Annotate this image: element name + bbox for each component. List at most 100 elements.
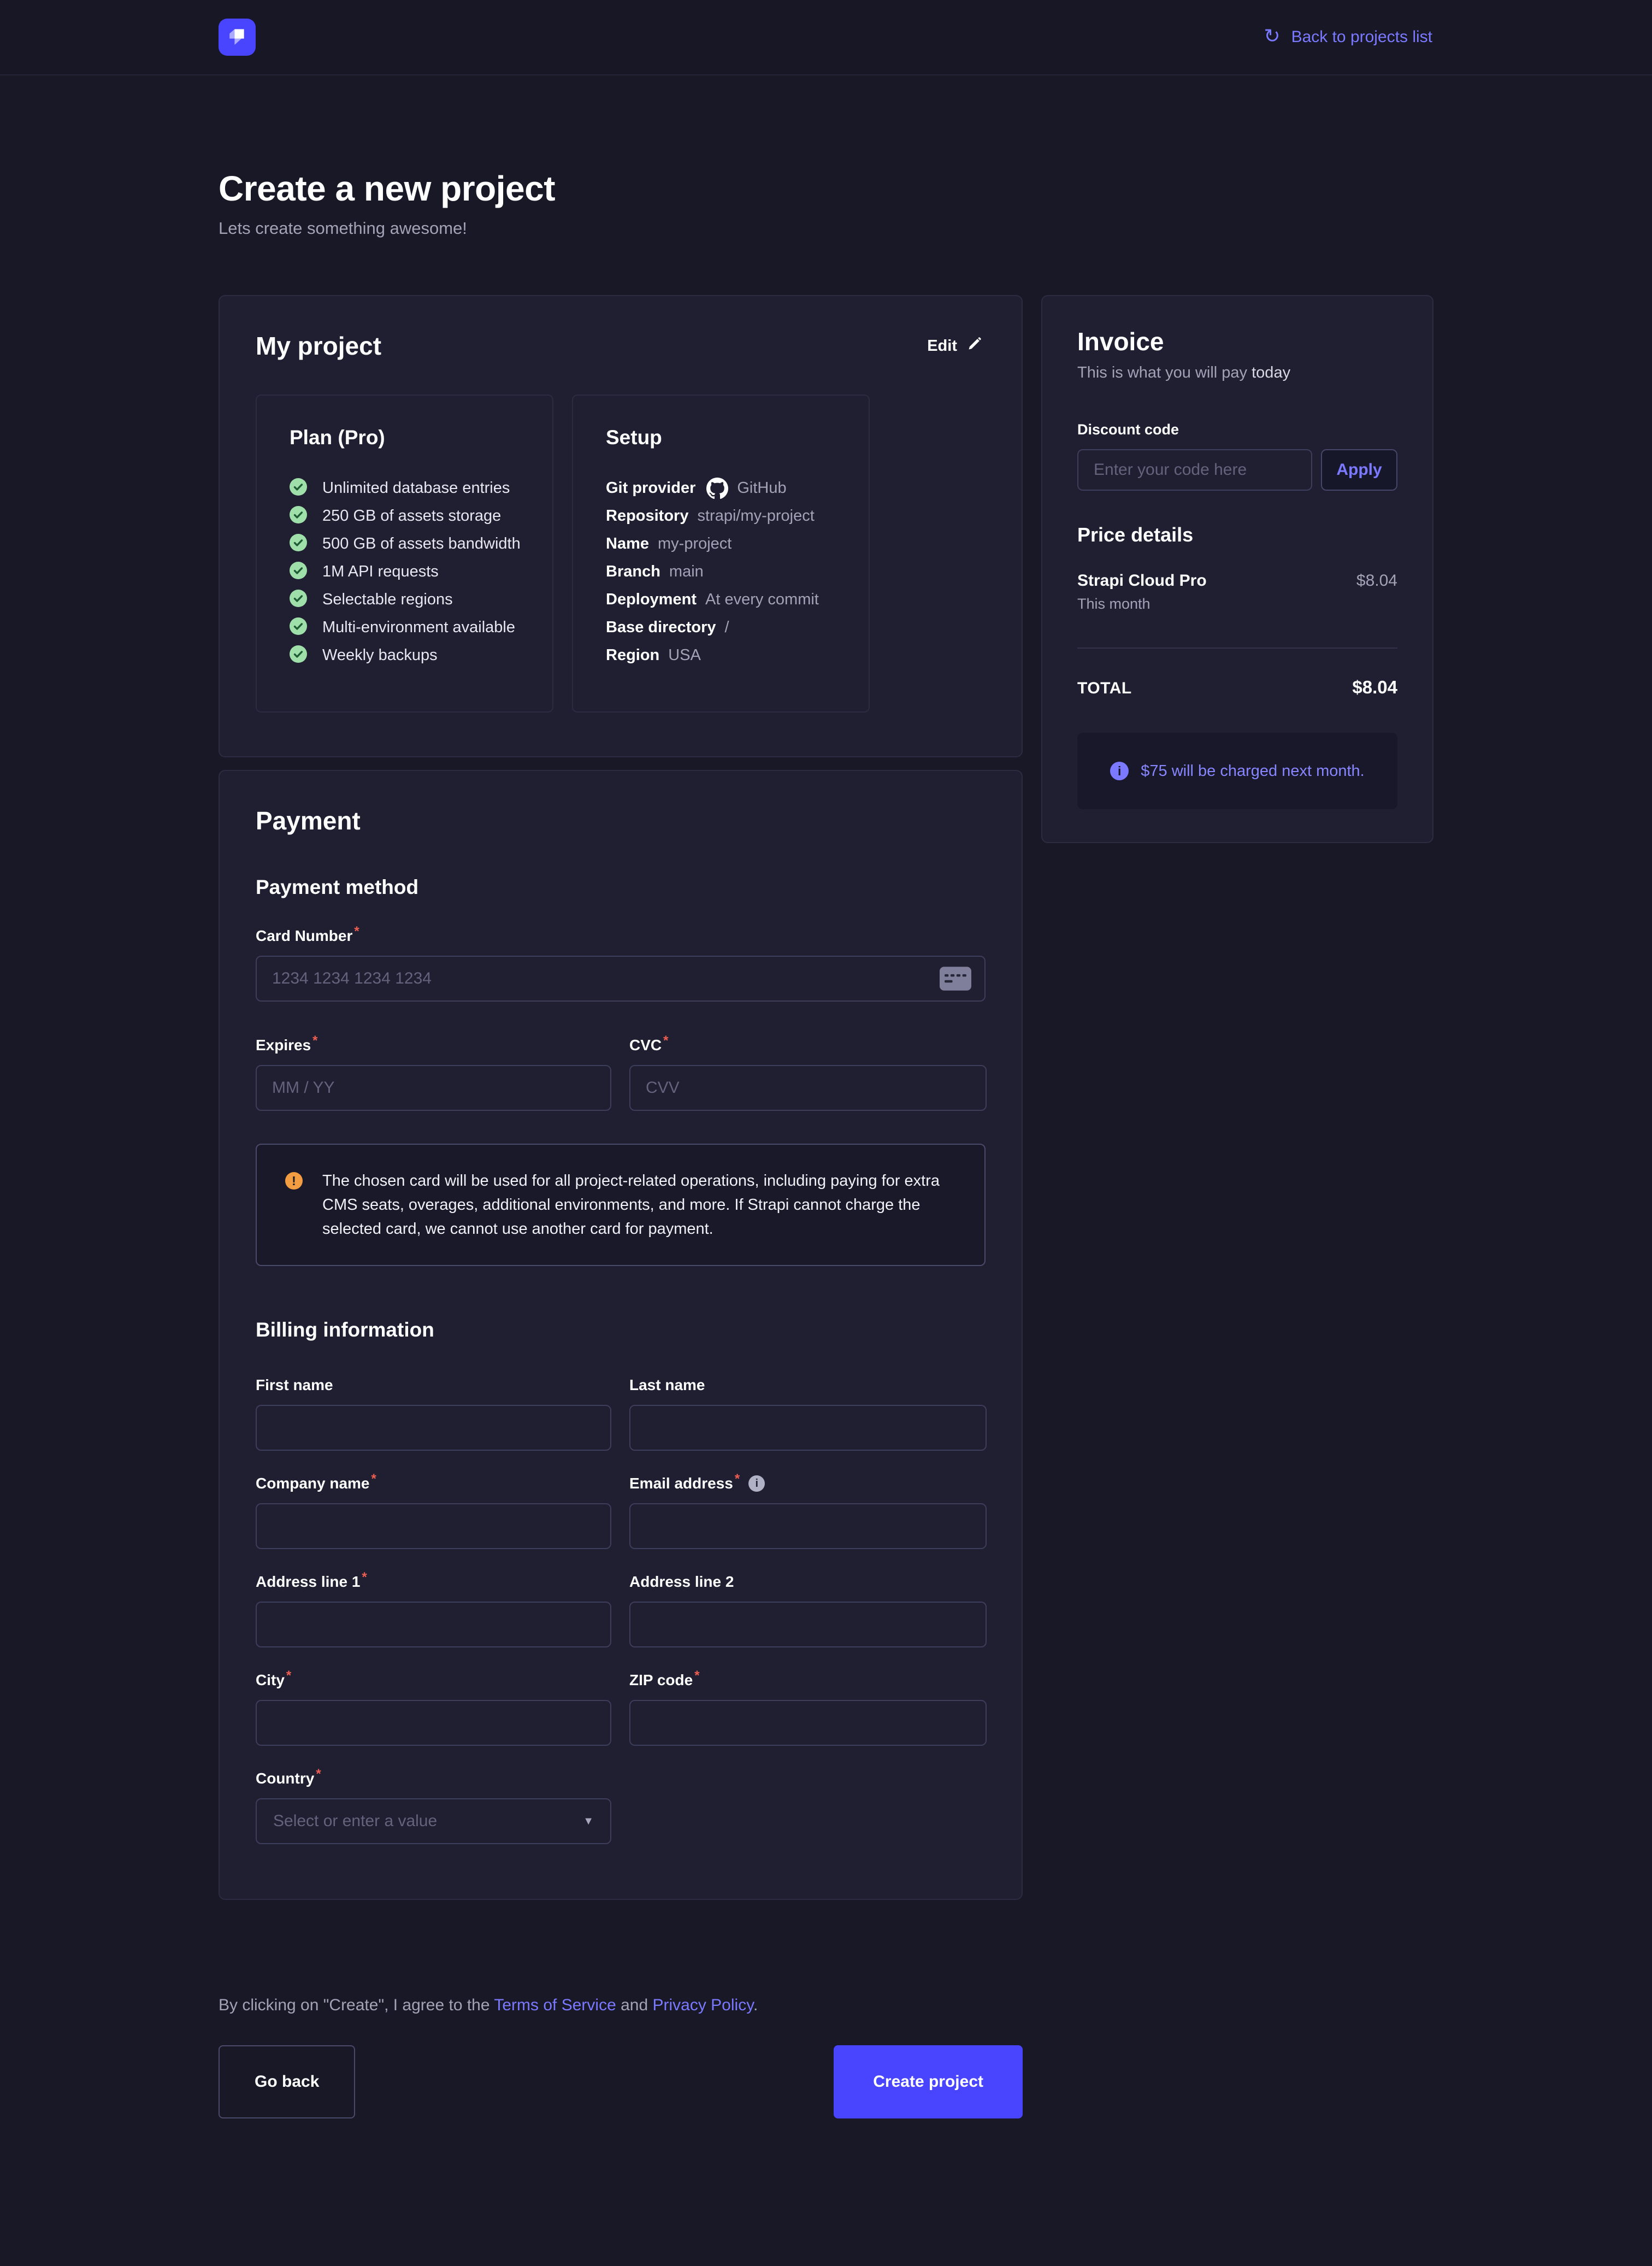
plan-feature-label: Selectable regions: [322, 591, 453, 609]
country-select-placeholder: Select or enter a value: [273, 1812, 437, 1831]
chevron-down-icon: ▼: [583, 1815, 594, 1828]
required-asterisk: *: [663, 1033, 668, 1049]
country-select[interactable]: Select or enter a value ▼: [256, 1798, 611, 1844]
last-name-input[interactable]: [629, 1405, 987, 1451]
plan-feature-label: Weekly backups: [322, 646, 438, 664]
check-icon: [290, 562, 307, 582]
payment-method-title: Payment method: [256, 876, 986, 899]
last-name-label: Last name: [629, 1376, 705, 1394]
expires-label: Expires: [256, 1037, 311, 1054]
total-label: TOTAL: [1077, 679, 1132, 698]
setup-row-value: /: [725, 619, 729, 637]
plan-feature-row: Selectable regions: [290, 586, 525, 614]
company-name-group: Company name*: [256, 1475, 611, 1549]
invoice-card: Invoice This is what you will pay today …: [1041, 295, 1433, 843]
setup-row-label: Base directory: [606, 619, 716, 637]
plan-title: Plan (Pro): [290, 426, 525, 449]
check-icon: [290, 590, 307, 610]
terms-and: and: [616, 1996, 653, 2014]
country-label: Country: [256, 1770, 314, 1787]
plan-feature-label: 500 GB of assets bandwidth: [322, 535, 521, 553]
first-name-input[interactable]: [256, 1405, 611, 1451]
privacy-policy-link[interactable]: Privacy Policy: [652, 1996, 753, 2014]
setup-row: Repository strapi/my-project: [606, 502, 841, 530]
discount-code-label: Discount code: [1077, 421, 1397, 438]
warning-icon: !: [285, 1172, 303, 1190]
required-asterisk: *: [362, 1570, 367, 1585]
discount-code-input[interactable]: [1077, 449, 1312, 491]
city-input[interactable]: [256, 1700, 611, 1746]
check-icon: [290, 534, 307, 554]
plan-feature-label: 1M API requests: [322, 563, 439, 581]
price-item-name: Strapi Cloud Pro: [1077, 572, 1207, 590]
price-item-amount: $8.04: [1356, 572, 1397, 590]
address2-input[interactable]: [629, 1602, 987, 1647]
price-item-period: This month: [1077, 596, 1397, 613]
my-project-title: My project: [256, 331, 381, 361]
first-name-group: First name: [256, 1376, 611, 1451]
terms-agreement-text: By clicking on "Create", I agree to the …: [219, 1996, 1433, 2015]
setup-row-label: Git provider: [606, 479, 695, 497]
city-group: City*: [256, 1671, 611, 1746]
required-asterisk: *: [312, 1033, 317, 1049]
company-name-input[interactable]: [256, 1503, 611, 1549]
address2-label: Address line 2: [629, 1573, 734, 1591]
strapi-logo[interactable]: [219, 19, 256, 56]
setup-row: Git provider GitHub: [606, 474, 841, 502]
address1-input[interactable]: [256, 1602, 611, 1647]
setup-title: Setup: [606, 426, 841, 449]
plan-feature-row: 500 GB of assets bandwidth: [290, 530, 525, 558]
address1-label: Address line 1: [256, 1573, 360, 1591]
price-details-title: Price details: [1077, 523, 1397, 546]
email-info-icon[interactable]: i: [748, 1475, 765, 1492]
setup-row-value: GitHub: [737, 479, 786, 497]
plan-box: Plan (Pro) Unlimited database entries 25…: [256, 395, 553, 713]
setup-row-label: Name: [606, 535, 649, 553]
cvc-input[interactable]: [629, 1065, 987, 1111]
card-number-label: Card Number: [256, 927, 352, 945]
required-asterisk: *: [735, 1472, 740, 1487]
plan-feature-row: 1M API requests: [290, 558, 525, 586]
back-to-projects-link[interactable]: ↻ Back to projects list: [1264, 27, 1432, 47]
country-group: Country* Select or enter a value ▼: [256, 1770, 611, 1844]
card-number-input[interactable]: [256, 956, 986, 1002]
email-input[interactable]: [629, 1503, 987, 1549]
terms-suffix: .: [753, 1996, 758, 2014]
expires-input[interactable]: [256, 1065, 611, 1111]
address2-group: Address line 2: [629, 1573, 987, 1647]
required-asterisk: *: [316, 1767, 321, 1782]
apply-button[interactable]: Apply: [1321, 449, 1397, 491]
go-back-button[interactable]: Go back: [219, 2045, 355, 2118]
next-month-notice: i $75 will be charged next month.: [1077, 733, 1397, 809]
plan-feature-row: 250 GB of assets storage: [290, 502, 525, 530]
info-icon: i: [1110, 762, 1129, 780]
zip-group: ZIP code*: [629, 1671, 987, 1746]
check-icon: [290, 478, 307, 498]
cvc-group: CVC*: [629, 1037, 987, 1111]
invoice-divider: [1077, 648, 1397, 649]
setup-row-value: main: [669, 563, 704, 581]
plan-feature-row: Weekly backups: [290, 641, 525, 669]
required-asterisk: *: [286, 1668, 291, 1684]
check-icon: [290, 506, 307, 526]
create-project-button[interactable]: Create project: [834, 2045, 1023, 2118]
invoice-subtitle: This is what you will pay today: [1077, 364, 1397, 382]
setup-row-value: At every commit: [705, 591, 819, 609]
setup-row-label: Repository: [606, 507, 688, 525]
terms-of-service-link[interactable]: Terms of Service: [494, 1996, 616, 2014]
back-link-label: Back to projects list: [1291, 28, 1432, 46]
setup-row-label: Deployment: [606, 591, 697, 609]
setup-row: Deployment At every commit: [606, 586, 841, 614]
zip-input[interactable]: [629, 1700, 987, 1746]
setup-row-label: Region: [606, 646, 659, 664]
strapi-logo-icon: [225, 23, 250, 51]
setup-row-value: strapi/my-project: [697, 507, 814, 525]
setup-row: Name my-project: [606, 530, 841, 558]
edit-button[interactable]: Edit: [924, 336, 986, 356]
warning-text: The chosen card will be used for all pro…: [322, 1169, 956, 1241]
zip-label: ZIP code: [629, 1671, 693, 1689]
next-month-notice-text: $75 will be charged next month.: [1141, 762, 1364, 780]
plan-feature-label: 250 GB of assets storage: [322, 507, 501, 525]
email-group: Email address* i: [629, 1475, 987, 1549]
credit-card-icon: [940, 967, 971, 991]
